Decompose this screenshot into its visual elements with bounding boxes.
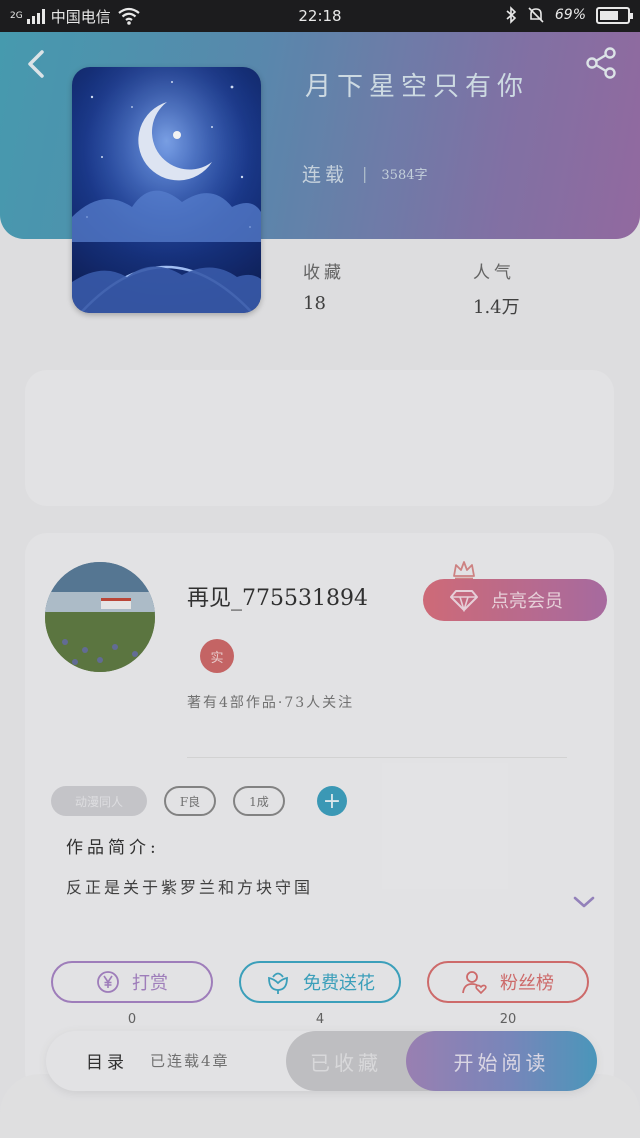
vip-label: 点亮会员 [491,591,563,612]
reward-button[interactable]: 打赏 [51,961,213,1003]
blank-card [25,370,614,506]
add-tag-button[interactable]: + [317,786,347,816]
flower-count: 4 [315,1012,325,1027]
bluetooth-icon [506,6,517,24]
toc-button[interactable]: 目录 [86,1048,128,1073]
status-separator: | [362,164,368,183]
divider [187,757,567,758]
word-count: 3584字 [381,168,428,183]
start-reading-button[interactable]: 开始阅读 [406,1031,597,1091]
favorites-label: 收藏 [303,263,345,283]
author-meta: 著有4部作品·73人关注 [187,695,355,711]
intro-title: 作品简介: [66,838,160,858]
fans-count: 20 [499,1012,517,1027]
tag-item[interactable]: 1成 [233,786,285,816]
intro-text: 反正是关于紫罗兰和方块守国 [66,878,314,897]
reward-count: 0 [127,1012,137,1027]
serial-status: 连载 [302,164,349,186]
tag-item[interactable]: 动漫同人 [51,786,147,816]
send-flower-button[interactable]: 免费送花 [239,961,401,1003]
book-title: 月下星空只有你 [305,72,530,102]
fans-ranking-button[interactable]: 粉丝榜 [427,961,589,1003]
crown-icon [453,561,475,580]
avatar[interactable] [45,562,155,672]
chevron-down-icon[interactable] [572,894,596,910]
share-icon[interactable] [584,46,618,80]
reward-label: 打赏 [132,973,168,994]
status-bar: 2G 中国电信 22:18 69% [0,0,640,32]
battery-percent: 69% [554,7,586,23]
flower-icon [268,972,288,994]
flower-label: 免费送花 [303,973,375,994]
vip-button[interactable]: 点亮会员 [423,579,607,621]
avatar-image [45,562,155,672]
popularity-label: 人气 [473,263,515,283]
yen-icon [97,971,119,993]
favorites-value: 18 [303,293,326,314]
diamond-icon [450,590,478,612]
popularity-value: 1.4万 [473,297,520,318]
mute-bell-icon [528,7,544,23]
fans-label: 粉丝榜 [500,973,554,994]
tag-item[interactable]: F良 [164,786,216,816]
book-status-row: 连载 | 3584字 [302,160,428,187]
user-heart-icon [462,971,487,994]
chapter-count: 已连载4章 [150,1052,230,1070]
battery-icon [596,6,633,24]
cover-art [72,67,261,313]
author-name[interactable]: 再见_775531894 [187,580,368,612]
book-cover[interactable] [72,67,261,313]
verified-badge: 实 [200,639,234,673]
back-icon[interactable] [22,46,52,82]
